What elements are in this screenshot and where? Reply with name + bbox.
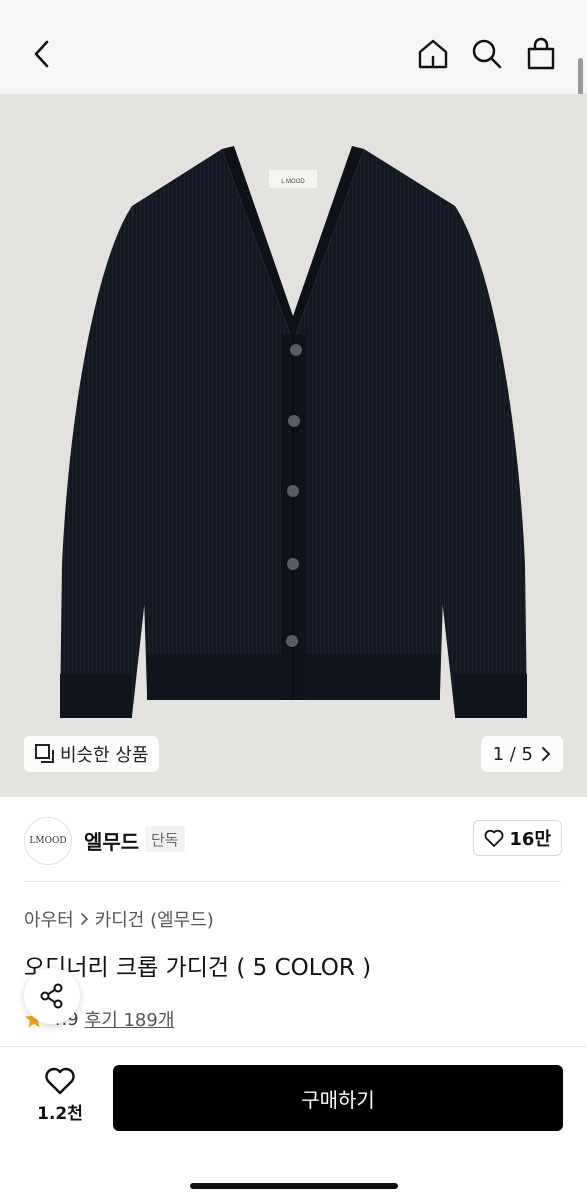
home-button[interactable] [413, 34, 453, 74]
back-button[interactable] [22, 34, 62, 74]
product-image: L MOOD [60, 146, 527, 718]
product-image-carousel[interactable]: L MOOD 비슷한 상품 1 / 5 [0, 94, 587, 797]
share-button[interactable] [24, 968, 80, 1024]
image-counter-text: 1 / 5 [492, 743, 533, 765]
cart-button[interactable] [521, 34, 561, 74]
reviews-link[interactable]: 후기 189개 [85, 1006, 175, 1032]
home-indicator [190, 1183, 398, 1189]
search-button[interactable] [467, 34, 507, 74]
chevron-left-icon [34, 40, 49, 68]
copy-icon [35, 744, 54, 763]
wishlist-count: 1.2천 [37, 1104, 83, 1124]
brand-name[interactable]: 엘무드 [84, 826, 139, 855]
home-icon [418, 39, 448, 69]
heart-icon [45, 1067, 75, 1095]
product-title: 오디너리 크롭 가디건 ( 5 COLOR ) [24, 955, 372, 981]
chevron-right-icon [80, 913, 88, 925]
share-icon [40, 983, 63, 1009]
heart-icon [484, 829, 504, 847]
brand-logo[interactable]: LMOOD [24, 817, 72, 865]
wishlist-button[interactable]: 1.2천 [30, 1067, 90, 1124]
chevron-right-icon [542, 747, 551, 761]
divider [24, 881, 561, 882]
brand-logo-text: LMOOD [29, 835, 67, 846]
brand-row: LMOOD 엘무드 단독 16만 [0, 797, 587, 883]
bottom-action-bar: 1.2천 구매하기 [0, 1046, 587, 1200]
top-navigation-bar [0, 0, 587, 138]
breadcrumb-item-cardigan[interactable]: 카디건 (엘무드) [95, 906, 214, 932]
breadcrumb-item-outer[interactable]: 아우터 [24, 906, 74, 932]
search-icon [472, 39, 502, 69]
image-counter[interactable]: 1 / 5 [480, 736, 563, 772]
breadcrumb: 아우터 카디건 (엘무드) [24, 906, 214, 932]
exclusive-badge: 단독 [145, 826, 185, 852]
similar-products-label: 비슷한 상품 [60, 745, 149, 766]
svg-text:L MOOD: L MOOD [281, 179, 305, 185]
brand-like-button[interactable]: 16만 [473, 820, 562, 856]
brand-like-count: 16만 [509, 829, 551, 850]
buy-button[interactable]: 구매하기 [113, 1065, 563, 1131]
similar-products-button[interactable]: 비슷한 상품 [24, 736, 159, 772]
shopping-bag-icon [527, 37, 555, 70]
